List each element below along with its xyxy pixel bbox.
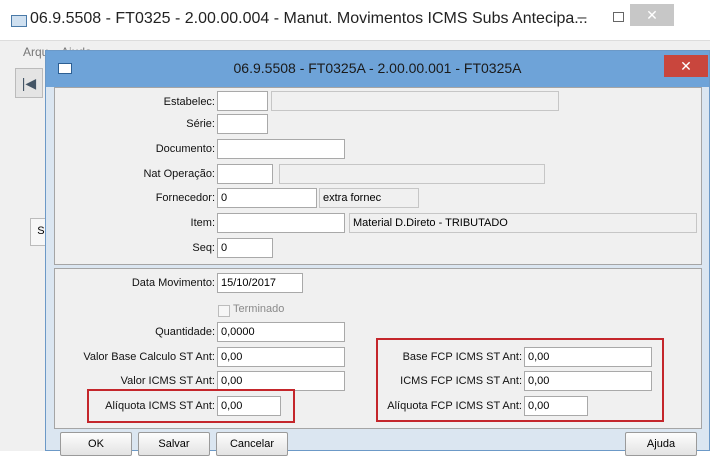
valor-icms-st-label: Valor ICMS ST Ant: (120, 375, 215, 387)
quantidade-label: Quantidade: (155, 326, 215, 338)
values-panel: Data Movimento: 15/10/2017 Terminado Qua… (54, 268, 702, 429)
data-movimento-input[interactable]: 15/10/2017 (217, 273, 303, 293)
terminado-checkbox[interactable] (218, 305, 230, 317)
maximize-button[interactable] (606, 8, 630, 28)
documento-input[interactable] (217, 139, 345, 159)
nat-operacao-label: Nat Operação: (143, 168, 215, 180)
app-icon (11, 15, 27, 27)
parent-window-title: 06.9.5508 - FT0325 - 2.00.00.004 - Manut… (30, 10, 588, 27)
documento-label: Documento: (155, 143, 215, 155)
header-panel: Estabelec: Série: Documento: Nat Operaçã… (54, 87, 702, 265)
serie-input[interactable] (217, 114, 268, 134)
highlight-box-left (87, 389, 295, 423)
fornecedor-label: Fornecedor: (155, 192, 215, 204)
dialog-window: 06.9.5508 - FT0325A - 2.00.00.001 - FT03… (45, 50, 710, 456)
valor-icms-st-input[interactable]: 0,00 (217, 371, 345, 391)
nat-operacao-description (279, 164, 545, 184)
ajuda-button[interactable]: Ajuda (625, 432, 697, 456)
valor-base-calculo-input[interactable]: 0,00 (217, 347, 345, 367)
cancelar-button[interactable]: Cancelar (216, 432, 288, 456)
fornecedor-input[interactable]: 0 (217, 188, 317, 208)
item-input[interactable] (217, 213, 345, 233)
estabelec-label: Estabelec: (163, 96, 215, 108)
item-description: Material D.Direto - TRIBUTADO (349, 213, 697, 233)
serie-label: Série: (186, 118, 215, 130)
dialog-title: 06.9.5508 - FT0325A - 2.00.00.001 - FT03… (233, 60, 522, 76)
seq-label: Seq: (192, 242, 215, 254)
highlight-box-right (376, 338, 664, 422)
minimize-button[interactable]: – (570, 8, 594, 28)
seq-input[interactable]: 0 (217, 238, 273, 258)
ok-button[interactable]: OK (60, 432, 132, 456)
parent-close-button[interactable]: ✕ (630, 4, 674, 26)
estabelec-input[interactable] (217, 91, 268, 111)
quantidade-input[interactable]: 0,0000 (217, 322, 345, 342)
item-label: Item: (190, 217, 215, 229)
fornecedor-description: extra fornec (319, 188, 419, 208)
salvar-button[interactable]: Salvar (138, 432, 210, 456)
data-movimento-label: Data Movimento: (131, 277, 215, 289)
first-record-icon[interactable]: |◀ (15, 68, 43, 98)
nat-operacao-input[interactable] (217, 164, 273, 184)
dialog-close-button[interactable]: ✕ (664, 55, 708, 77)
valor-base-calculo-label: Valor Base Calculo ST Ant: (83, 351, 215, 363)
estabelec-description (271, 91, 559, 111)
terminado-label: Terminado (233, 303, 285, 315)
